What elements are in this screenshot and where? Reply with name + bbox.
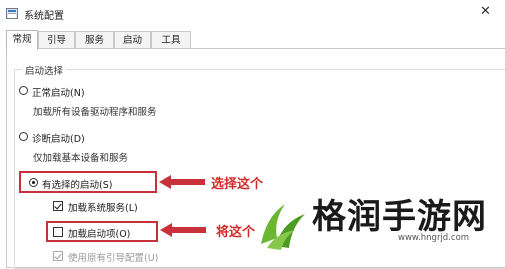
tab-tools[interactable]: 工具 bbox=[151, 31, 191, 48]
checkbox bbox=[53, 251, 63, 261]
normal-startup-label: 正常启动(N) bbox=[32, 88, 85, 99]
annotation-select-this: 选择这个 bbox=[211, 177, 264, 192]
arrow-left-icon bbox=[160, 223, 206, 237]
annotation-this-one: 将这个 bbox=[216, 225, 256, 240]
use-original-boot-config-label: 使用原有引导配置(U) bbox=[68, 253, 159, 264]
load-system-services-label: 加载系统服务(L) bbox=[68, 203, 138, 214]
diagnostic-startup-label: 诊断启动(D) bbox=[32, 134, 85, 145]
watermark-logo-icon bbox=[261, 204, 305, 250]
normal-startup-description: 加载所有设备驱动程序和服务 bbox=[33, 107, 157, 118]
arrow-left-icon bbox=[159, 175, 205, 189]
watermark-url: www.hngrjd.com bbox=[398, 233, 470, 243]
load-startup-items-highlight bbox=[46, 221, 158, 242]
tab-services[interactable]: 服务 bbox=[75, 31, 114, 48]
close-button[interactable]: ✕ bbox=[466, 0, 505, 26]
tab-startup[interactable]: 启动 bbox=[114, 31, 151, 48]
window-title: 系统配置 bbox=[24, 11, 64, 22]
watermark-text: 格润手游网 bbox=[312, 197, 487, 237]
startup-selection-legend: 启动选择 bbox=[22, 63, 67, 77]
radio-button[interactable] bbox=[19, 132, 28, 141]
system-config-icon bbox=[6, 8, 18, 19]
title-bar: 系统配置 ✕ bbox=[0, 0, 505, 28]
checkbox[interactable] bbox=[53, 201, 63, 211]
radio-button[interactable] bbox=[19, 86, 28, 95]
tab-general[interactable]: 常规 bbox=[6, 30, 38, 50]
diagnostic-startup-description: 仅加载基本设备和服务 bbox=[33, 153, 129, 164]
selective-startup-highlight bbox=[19, 171, 157, 193]
tab-boot[interactable]: 引导 bbox=[38, 31, 75, 48]
